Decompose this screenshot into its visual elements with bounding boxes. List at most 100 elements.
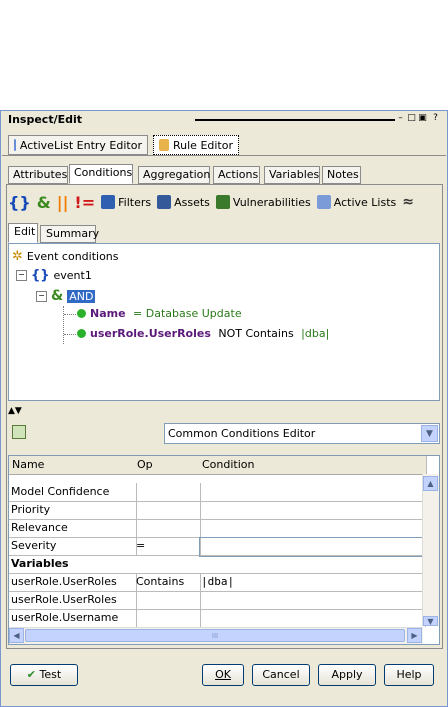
collapse-icon[interactable]: − bbox=[36, 290, 47, 302]
cell-name: Severity bbox=[9, 537, 137, 555]
table-row[interactable]: userRole.UserRoles bbox=[9, 591, 426, 610]
select-value: Common Conditions Editor bbox=[168, 427, 316, 440]
scroll-thumb[interactable]: III bbox=[25, 629, 405, 642]
cell-condition[interactable] bbox=[199, 519, 426, 537]
tree-connector bbox=[64, 334, 76, 335]
chevron-down-icon[interactable]: ▼ bbox=[421, 425, 438, 442]
scroll-up-icon[interactable]: ▲ bbox=[423, 476, 438, 491]
apply-button[interactable]: Apply bbox=[318, 664, 376, 686]
condition-field: Name bbox=[90, 307, 126, 320]
not-equal-icon: != bbox=[74, 192, 96, 212]
splitter-arrows-icon: ▲▼ bbox=[8, 406, 22, 416]
not-tool[interactable]: != bbox=[74, 193, 95, 212]
tab-aggregation[interactable]: Aggregation bbox=[138, 166, 210, 184]
and-icon: & bbox=[36, 192, 51, 212]
vulnerabilities-label: Vulnerabilities bbox=[232, 195, 311, 209]
cancel-button-label: Cancel bbox=[262, 668, 300, 681]
tab-actions[interactable]: Actions bbox=[213, 166, 260, 184]
test-button[interactable]: ✔ Test bbox=[10, 664, 78, 686]
help-button-label: Help bbox=[396, 668, 422, 681]
ok-button[interactable]: OK bbox=[202, 664, 244, 686]
column-header-name[interactable]: Name bbox=[9, 456, 135, 475]
scroll-down-icon[interactable]: ▼ bbox=[423, 616, 438, 626]
table-row[interactable]: Priority bbox=[9, 501, 426, 520]
tree-node-condition-name[interactable]: Name = Database Update bbox=[77, 307, 242, 320]
cell-op[interactable] bbox=[134, 483, 201, 501]
active-lists-label: Active Lists bbox=[333, 195, 397, 209]
assets-tool[interactable]: Assets bbox=[157, 195, 210, 209]
cell-name: userRole.Username bbox=[9, 609, 137, 627]
group-tool[interactable]: {} bbox=[8, 193, 31, 212]
tab-edit[interactable]: Edit bbox=[8, 223, 38, 243]
cell-op[interactable] bbox=[134, 501, 201, 519]
cell-condition[interactable] bbox=[199, 591, 426, 609]
apply-button-label: Apply bbox=[331, 668, 363, 681]
tab-rule-editor[interactable]: Rule Editor bbox=[153, 135, 239, 155]
check-icon: ✔ bbox=[26, 668, 37, 681]
condition-dot-icon bbox=[77, 309, 86, 318]
or-tool[interactable]: || bbox=[57, 193, 69, 212]
cell-op[interactable] bbox=[134, 591, 201, 609]
maximize-button[interactable]: □ bbox=[407, 113, 416, 124]
tree-event-label: event1 bbox=[53, 269, 92, 282]
grid-view-icon[interactable] bbox=[12, 425, 26, 439]
cell-op[interactable]: = bbox=[134, 537, 201, 555]
and-tool[interactable]: & bbox=[37, 193, 51, 212]
help-icon[interactable]: ? bbox=[431, 113, 440, 124]
cell-condition[interactable] bbox=[199, 501, 426, 519]
help-button[interactable]: Help bbox=[384, 664, 434, 686]
filters-tool[interactable]: Filters bbox=[101, 195, 151, 209]
cell-op[interactable] bbox=[134, 519, 201, 537]
cancel-button[interactable]: Cancel bbox=[252, 664, 310, 686]
table-row[interactable]: Model Confidence bbox=[9, 483, 426, 502]
cell-condition-editor[interactable] bbox=[199, 537, 427, 557]
tree-node-condition-roles[interactable]: userRole.UserRoles NOT Contains |dba| bbox=[77, 327, 329, 340]
restore-button[interactable]: ▣ bbox=[418, 113, 427, 124]
conditions-toolbar: {} & || != Filters Assets Vulnerabilitie… bbox=[8, 190, 414, 214]
horizontal-scrollbar[interactable]: ◀ III ▶ bbox=[9, 627, 423, 644]
tab-attributes[interactable]: Attributes bbox=[8, 166, 68, 184]
asset-icon bbox=[157, 195, 172, 209]
condition-operator: NOT Contains bbox=[214, 327, 298, 340]
table-row[interactable]: userRole.UserRoles Contains |dba| bbox=[9, 573, 426, 592]
tree-node-root[interactable]: ✲ Event conditions bbox=[12, 249, 119, 264]
condition-dot-icon bbox=[77, 329, 86, 338]
table-row[interactable]: userRole.Username bbox=[9, 609, 426, 628]
tree-node-and[interactable]: − & AND bbox=[36, 288, 96, 304]
conditions-editor-select[interactable]: Common Conditions Editor ▼ bbox=[164, 423, 440, 444]
tab-variables[interactable]: Variables bbox=[264, 166, 320, 184]
toolbar-overflow[interactable]: ≈ bbox=[402, 194, 414, 210]
activelist-icon bbox=[14, 139, 16, 151]
tree-node-event[interactable]: − {} event1 bbox=[16, 268, 92, 283]
vulnerabilities-tool[interactable]: Vulnerabilities bbox=[215, 195, 311, 209]
cell-op[interactable] bbox=[134, 609, 201, 627]
scroll-left-icon[interactable]: ◀ bbox=[9, 628, 24, 643]
tab-summary[interactable]: Summary bbox=[40, 225, 99, 243]
cell-condition[interactable]: |dba| bbox=[199, 573, 426, 591]
vulnerability-icon bbox=[215, 195, 230, 209]
conditions-icon: ✲ bbox=[12, 249, 23, 264]
tab-activelist-entry-editor[interactable]: ActiveList Entry Editor bbox=[8, 135, 148, 155]
active-lists-tool[interactable]: Active Lists bbox=[316, 195, 397, 209]
overflow-icon: ≈ bbox=[402, 194, 414, 210]
minimize-button[interactable]: – bbox=[396, 113, 405, 124]
column-header-condition[interactable]: Condition bbox=[199, 456, 427, 475]
column-header-op[interactable]: Op bbox=[134, 456, 202, 475]
table-row[interactable]: Severity = bbox=[9, 537, 427, 557]
scroll-right-icon[interactable]: ▶ bbox=[407, 628, 422, 643]
vertical-scrollbar[interactable]: ▲ ▼ bbox=[422, 474, 439, 626]
cell-op[interactable]: Contains bbox=[134, 573, 201, 591]
collapse-icon[interactable]: − bbox=[16, 270, 27, 281]
title-bar-grip bbox=[195, 119, 395, 121]
cell-condition[interactable] bbox=[199, 609, 426, 627]
cell-condition[interactable] bbox=[199, 483, 426, 501]
condition-field: userRole.UserRoles bbox=[90, 327, 211, 340]
filter-icon bbox=[101, 195, 116, 209]
condition-tree[interactable]: ✲ Event conditions − {} event1 − & AND N… bbox=[8, 243, 440, 401]
splitter[interactable]: ▲▼ bbox=[8, 403, 440, 416]
condition-rest: = Database Update bbox=[129, 307, 242, 320]
tab-notes[interactable]: Notes bbox=[322, 166, 361, 184]
tab-conditions[interactable]: Conditions bbox=[69, 164, 133, 184]
table-row[interactable]: Relevance bbox=[9, 519, 426, 538]
section-header-variables: Variables bbox=[11, 557, 69, 570]
